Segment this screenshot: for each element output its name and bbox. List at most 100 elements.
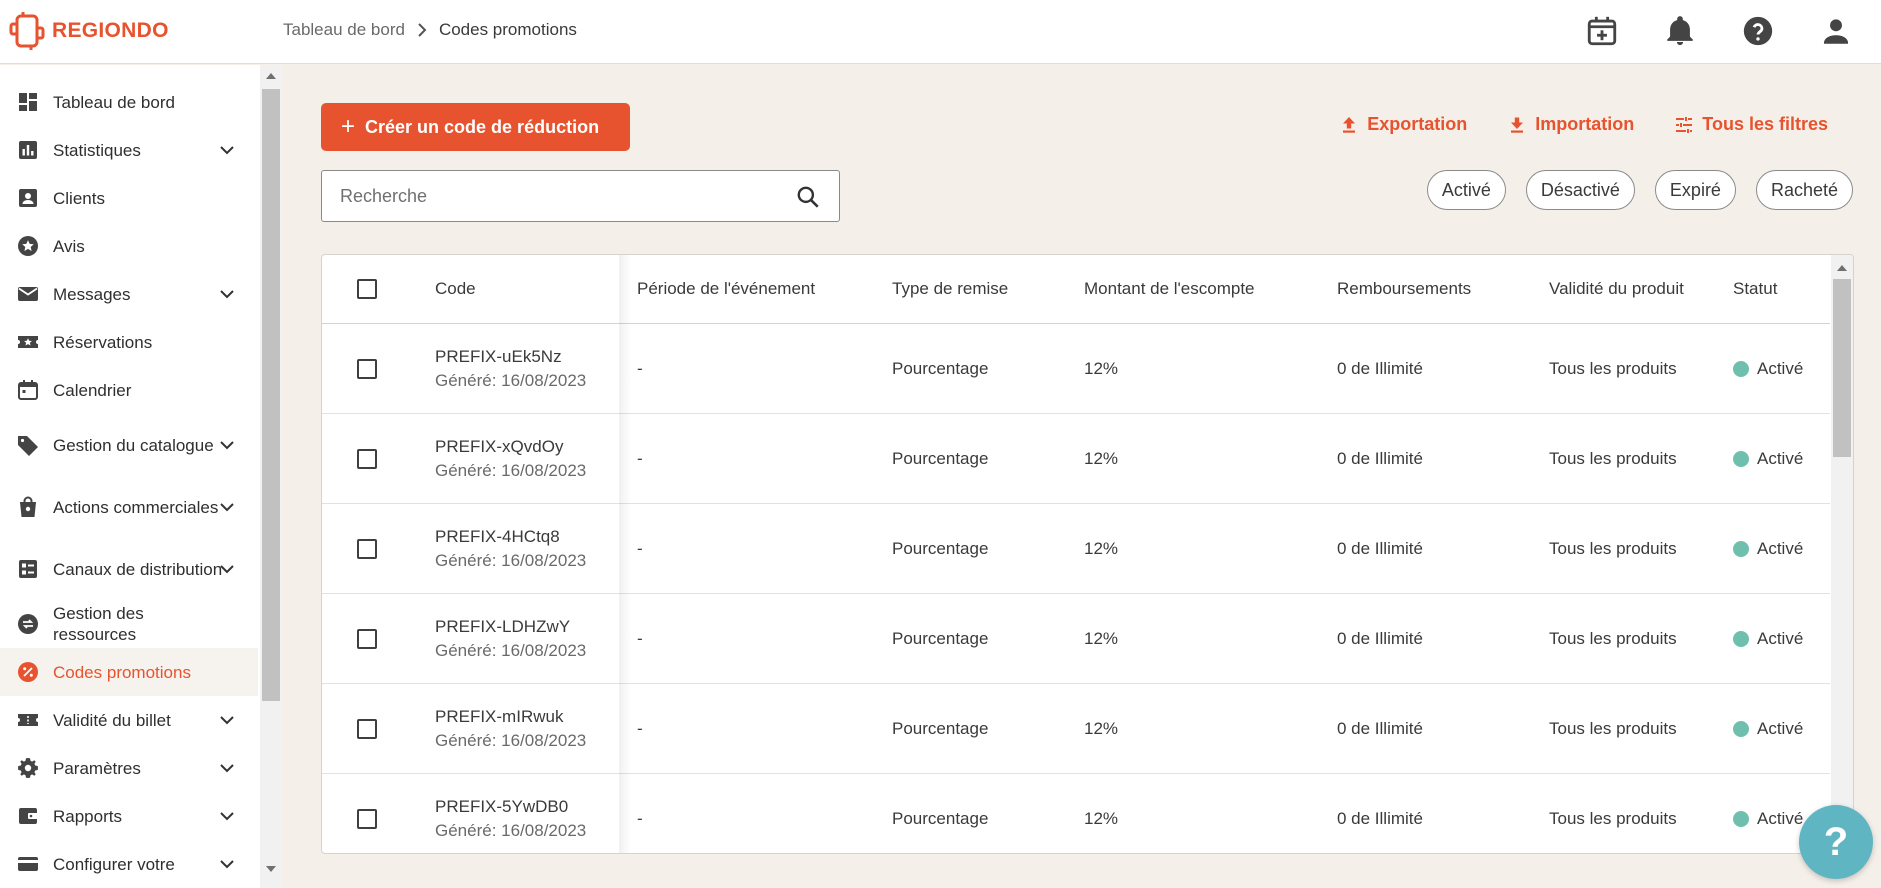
sidebar-item-settings[interactable]: Paramètres bbox=[0, 744, 258, 792]
row-checkbox[interactable] bbox=[357, 628, 377, 649]
column-header-validity[interactable]: Validité du produit bbox=[1549, 255, 1684, 323]
refunds-cell: 0 de Illimité bbox=[1337, 808, 1423, 828]
promo-code[interactable]: PREFIX-4HCtq8 bbox=[435, 527, 560, 547]
brand-logo[interactable]: REGIONDO bbox=[8, 10, 169, 52]
sidebar-item-commercial-actions[interactable]: Actions commerciales bbox=[0, 476, 258, 538]
sidebar-item-resources[interactable]: Gestion des ressources bbox=[0, 600, 258, 648]
sidebar-item-label: Clients bbox=[53, 188, 105, 208]
sidebar-scrollbar-thumb[interactable] bbox=[262, 89, 280, 701]
sidebar: Tableau de bord Statistiques Clients Avi… bbox=[0, 65, 260, 888]
sidebar-item-reviews[interactable]: Avis bbox=[0, 222, 258, 270]
account-button[interactable] bbox=[1817, 12, 1855, 50]
sidebar-item-calendar[interactable]: Calendrier bbox=[0, 366, 258, 414]
scroll-up-arrow-icon[interactable] bbox=[1837, 265, 1847, 271]
table-scrollbar[interactable] bbox=[1831, 255, 1853, 853]
sidebar-item-clients[interactable]: Clients bbox=[0, 174, 258, 222]
help-button[interactable] bbox=[1739, 12, 1777, 50]
validity-cell: Tous les produits bbox=[1549, 718, 1677, 738]
all-filters-button[interactable]: Tous les filtres bbox=[1674, 114, 1828, 135]
sidebar-item-reservations[interactable]: Réservations bbox=[0, 318, 258, 366]
code-cell: PREFIX-LDHZwY Généré: 16/08/2023 bbox=[435, 594, 586, 683]
column-header-refunds[interactable]: Remboursements bbox=[1337, 255, 1471, 323]
calendar-icon bbox=[16, 378, 40, 402]
notifications-button[interactable] bbox=[1661, 12, 1699, 50]
row-select-cell bbox=[357, 774, 377, 853]
row-checkbox[interactable] bbox=[357, 358, 377, 379]
sidebar-item-dashboard[interactable]: Tableau de bord bbox=[0, 78, 258, 126]
sidebar-item-reports[interactable]: Rapports bbox=[0, 792, 258, 840]
sidebar-item-label: Messages bbox=[53, 284, 131, 304]
column-header-status[interactable]: Statut bbox=[1733, 255, 1777, 323]
column-header-amount[interactable]: Montant de l'escompte bbox=[1084, 255, 1255, 323]
scroll-down-arrow-icon[interactable] bbox=[266, 866, 276, 872]
upload-icon bbox=[1343, 116, 1356, 133]
sidebar-item-catalogue[interactable]: Gestion du catalogue bbox=[0, 414, 258, 476]
column-header-code[interactable]: Code bbox=[435, 255, 476, 323]
column-header-discount-type[interactable]: Type de remise bbox=[892, 255, 1008, 323]
export-button[interactable]: Exportation bbox=[1339, 114, 1467, 135]
table-row[interactable]: PREFIX-mIRwuk Généré: 16/08/2023 - Pourcent… bbox=[322, 684, 1830, 774]
sidebar-item-label: Rapports bbox=[53, 806, 122, 826]
generated-date: Généré: 16/08/2023 bbox=[435, 370, 587, 390]
help-circle-icon bbox=[1743, 16, 1773, 46]
sidebar-item-ticket-validity[interactable]: Validité du billet bbox=[0, 696, 258, 744]
validity-cell: Tous les produits bbox=[1549, 808, 1677, 828]
promo-code[interactable]: PREFIX-uEk5Nz bbox=[435, 347, 562, 367]
chevron-right-icon bbox=[418, 23, 427, 37]
filter-chip-expired[interactable]: Expiré bbox=[1654, 170, 1736, 210]
table-row[interactable]: PREFIX-xQvdOy Généré: 16/08/2023 - Pourcent… bbox=[322, 414, 1830, 504]
scroll-up-arrow-icon[interactable] bbox=[266, 73, 276, 79]
table-row[interactable]: PREFIX-5YwDB0 Généré: 16/08/2023 - Pourcent… bbox=[322, 774, 1830, 853]
promo-code[interactable]: PREFIX-LDHZwY bbox=[435, 617, 570, 637]
chevron-down-icon bbox=[220, 441, 234, 450]
select-all-checkbox[interactable] bbox=[357, 279, 377, 299]
search-input[interactable] bbox=[340, 171, 780, 221]
swap-icon bbox=[16, 612, 40, 636]
status-dot-icon bbox=[1733, 450, 1749, 467]
table-actions: Exportation Importation Tous les filtres bbox=[1339, 114, 1828, 135]
status-dot-icon bbox=[1733, 540, 1749, 557]
breadcrumb-current: Codes promotions bbox=[438, 20, 577, 39]
row-checkbox[interactable] bbox=[357, 448, 377, 469]
period-cell: - bbox=[637, 538, 643, 558]
sidebar-item-distribution-channels[interactable]: Canaux de distribution bbox=[0, 538, 258, 600]
table-row[interactable]: PREFIX-uEk5Nz Généré: 16/08/2023 - Pourcent… bbox=[322, 324, 1830, 414]
sidebar-item-messages[interactable]: Messages bbox=[0, 270, 258, 318]
table-row[interactable]: PREFIX-LDHZwY Généré: 16/08/2023 - Pourcent… bbox=[322, 594, 1830, 684]
promo-code[interactable]: PREFIX-mIRwuk bbox=[435, 707, 563, 727]
sidebar-item-label: Avis bbox=[53, 236, 85, 256]
filter-chip-disabled[interactable]: Désactivé bbox=[1525, 170, 1635, 210]
import-label: Importation bbox=[1535, 114, 1635, 134]
row-checkbox[interactable] bbox=[357, 538, 377, 559]
table-row[interactable]: PREFIX-4HCtq8 Généré: 16/08/2023 - Pourcent… bbox=[322, 504, 1830, 594]
status-cell: Activé bbox=[1733, 684, 1803, 773]
filter-chip-active[interactable]: Activé bbox=[1426, 170, 1506, 210]
row-checkbox[interactable] bbox=[357, 718, 377, 739]
search-icon[interactable] bbox=[795, 184, 821, 210]
row-select-cell bbox=[357, 414, 377, 503]
filter-chip-redeemed[interactable]: Racheté bbox=[1755, 170, 1853, 210]
create-discount-code-button[interactable]: + Créer un code de réduction bbox=[321, 103, 630, 151]
row-select-cell bbox=[357, 504, 377, 593]
sidebar-item-statistics[interactable]: Statistiques bbox=[0, 126, 258, 174]
discount-type-cell: Pourcentage bbox=[892, 628, 989, 648]
promo-code[interactable]: PREFIX-xQvdOy bbox=[435, 437, 563, 457]
period-cell: - bbox=[637, 808, 643, 828]
table-scrollbar-thumb[interactable] bbox=[1833, 279, 1851, 457]
calendar-add-button[interactable] bbox=[1583, 12, 1621, 50]
column-header-period[interactable]: Période de l'événement bbox=[637, 255, 815, 323]
help-chat-button[interactable]: ? bbox=[1799, 805, 1873, 879]
import-button[interactable]: Importation bbox=[1507, 114, 1634, 135]
sidebar-item-promo-codes[interactable]: Codes promotions bbox=[0, 648, 258, 696]
code-cell: PREFIX-uEk5Nz Généré: 16/08/2023 bbox=[435, 324, 586, 413]
promo-code[interactable]: PREFIX-5YwDB0 bbox=[435, 797, 568, 817]
wallet-icon bbox=[16, 804, 40, 828]
row-checkbox[interactable] bbox=[357, 808, 377, 829]
ticket-icon bbox=[16, 708, 40, 732]
sidebar-nav: Tableau de bord Statistiques Clients Avi… bbox=[0, 78, 258, 888]
refunds-cell: 0 de Illimité bbox=[1337, 358, 1423, 378]
breadcrumb-parent[interactable]: Tableau de bord bbox=[283, 20, 405, 40]
sidebar-item-configure[interactable]: Configurer votre bbox=[0, 840, 258, 888]
sidebar-scrollbar[interactable] bbox=[260, 65, 282, 888]
generated-date: Généré: 16/08/2023 bbox=[435, 640, 587, 660]
